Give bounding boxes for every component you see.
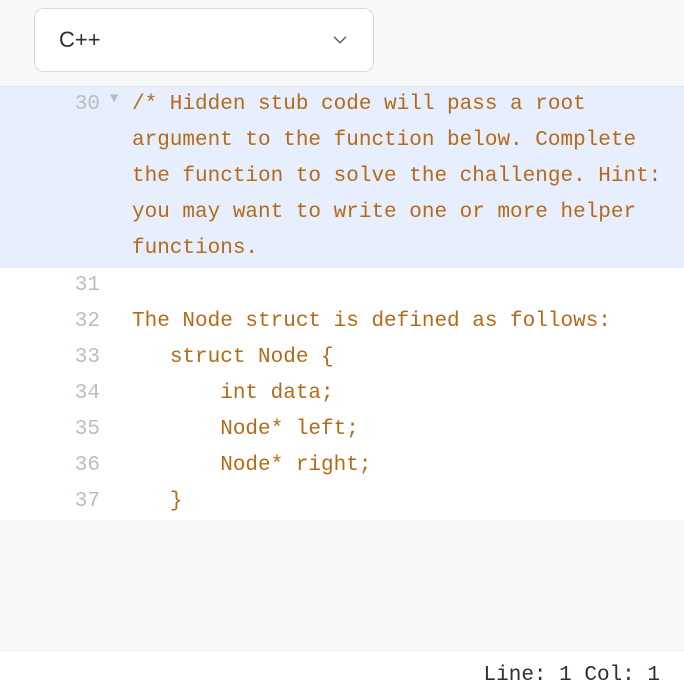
code-cell[interactable]: Node* left; xyxy=(132,412,684,448)
editor-line[interactable]: 30▼/* Hidden stub code will pass a root … xyxy=(0,87,684,268)
fold-toggle-icon xyxy=(110,268,132,304)
line-number[interactable]: 33 xyxy=(0,340,110,376)
code-text: } xyxy=(132,490,182,513)
code-cell[interactable]: int data; xyxy=(132,376,684,412)
editor-line[interactable]: 32 The Node struct is defined as follows: xyxy=(0,304,684,340)
code-text: Node* left; xyxy=(132,418,359,441)
fold-toggle-icon xyxy=(110,304,132,340)
chevron-down-icon xyxy=(329,29,351,51)
code-editor[interactable]: 30▼/* Hidden stub code will pass a root … xyxy=(0,87,684,520)
editor-lines: 30▼/* Hidden stub code will pass a root … xyxy=(0,87,684,520)
language-select[interactable]: C++ xyxy=(34,8,374,72)
code-cell[interactable]: The Node struct is defined as follows: xyxy=(132,304,684,340)
line-number[interactable]: 31 xyxy=(0,268,110,304)
code-text: struct Node { xyxy=(132,346,334,369)
status-bar: Line: 1 Col: 1 xyxy=(0,650,684,700)
code-text: Node* right; xyxy=(132,454,371,477)
line-number[interactable]: 35 xyxy=(0,412,110,448)
status-col-label: Col: xyxy=(584,664,634,687)
code-cell[interactable]: struct Node { xyxy=(132,340,684,376)
line-number[interactable]: 36 xyxy=(0,448,110,484)
editor-line[interactable]: 33 struct Node { xyxy=(0,340,684,376)
fold-toggle-icon xyxy=(110,376,132,412)
editor-line[interactable]: 37 } xyxy=(0,484,684,520)
editor-line[interactable]: 34 int data; xyxy=(0,376,684,412)
fold-toggle-icon xyxy=(110,484,132,520)
code-cell[interactable] xyxy=(132,268,684,304)
fold-toggle-icon xyxy=(110,412,132,448)
editor-line[interactable]: 36 Node* right; xyxy=(0,448,684,484)
status-line-value: 1 xyxy=(559,664,572,687)
editor-line[interactable]: 31 xyxy=(0,268,684,304)
fold-toggle-icon xyxy=(110,448,132,484)
fold-toggle-icon[interactable]: ▼ xyxy=(110,87,132,268)
line-number[interactable]: 30 xyxy=(0,87,110,268)
line-number[interactable]: 32 xyxy=(0,304,110,340)
code-cell[interactable]: } xyxy=(132,484,684,520)
status-line-label: Line: xyxy=(484,664,547,687)
fold-toggle-icon xyxy=(110,340,132,376)
editor-line[interactable]: 35 Node* left; xyxy=(0,412,684,448)
code-text: /* Hidden stub code will pass a root arg… xyxy=(132,93,674,260)
status-col-value: 1 xyxy=(647,664,660,687)
line-number[interactable]: 37 xyxy=(0,484,110,520)
code-cell[interactable]: Node* right; xyxy=(132,448,684,484)
toolbar: C++ xyxy=(0,0,684,87)
language-select-value: C++ xyxy=(59,27,101,53)
code-cell[interactable]: /* Hidden stub code will pass a root arg… xyxy=(132,87,684,268)
line-number[interactable]: 34 xyxy=(0,376,110,412)
code-text: The Node struct is defined as follows: xyxy=(132,310,611,333)
editor-wrapper: C++ 30▼/* Hidden stub code will pass a r… xyxy=(0,0,684,700)
code-text: int data; xyxy=(132,382,334,405)
